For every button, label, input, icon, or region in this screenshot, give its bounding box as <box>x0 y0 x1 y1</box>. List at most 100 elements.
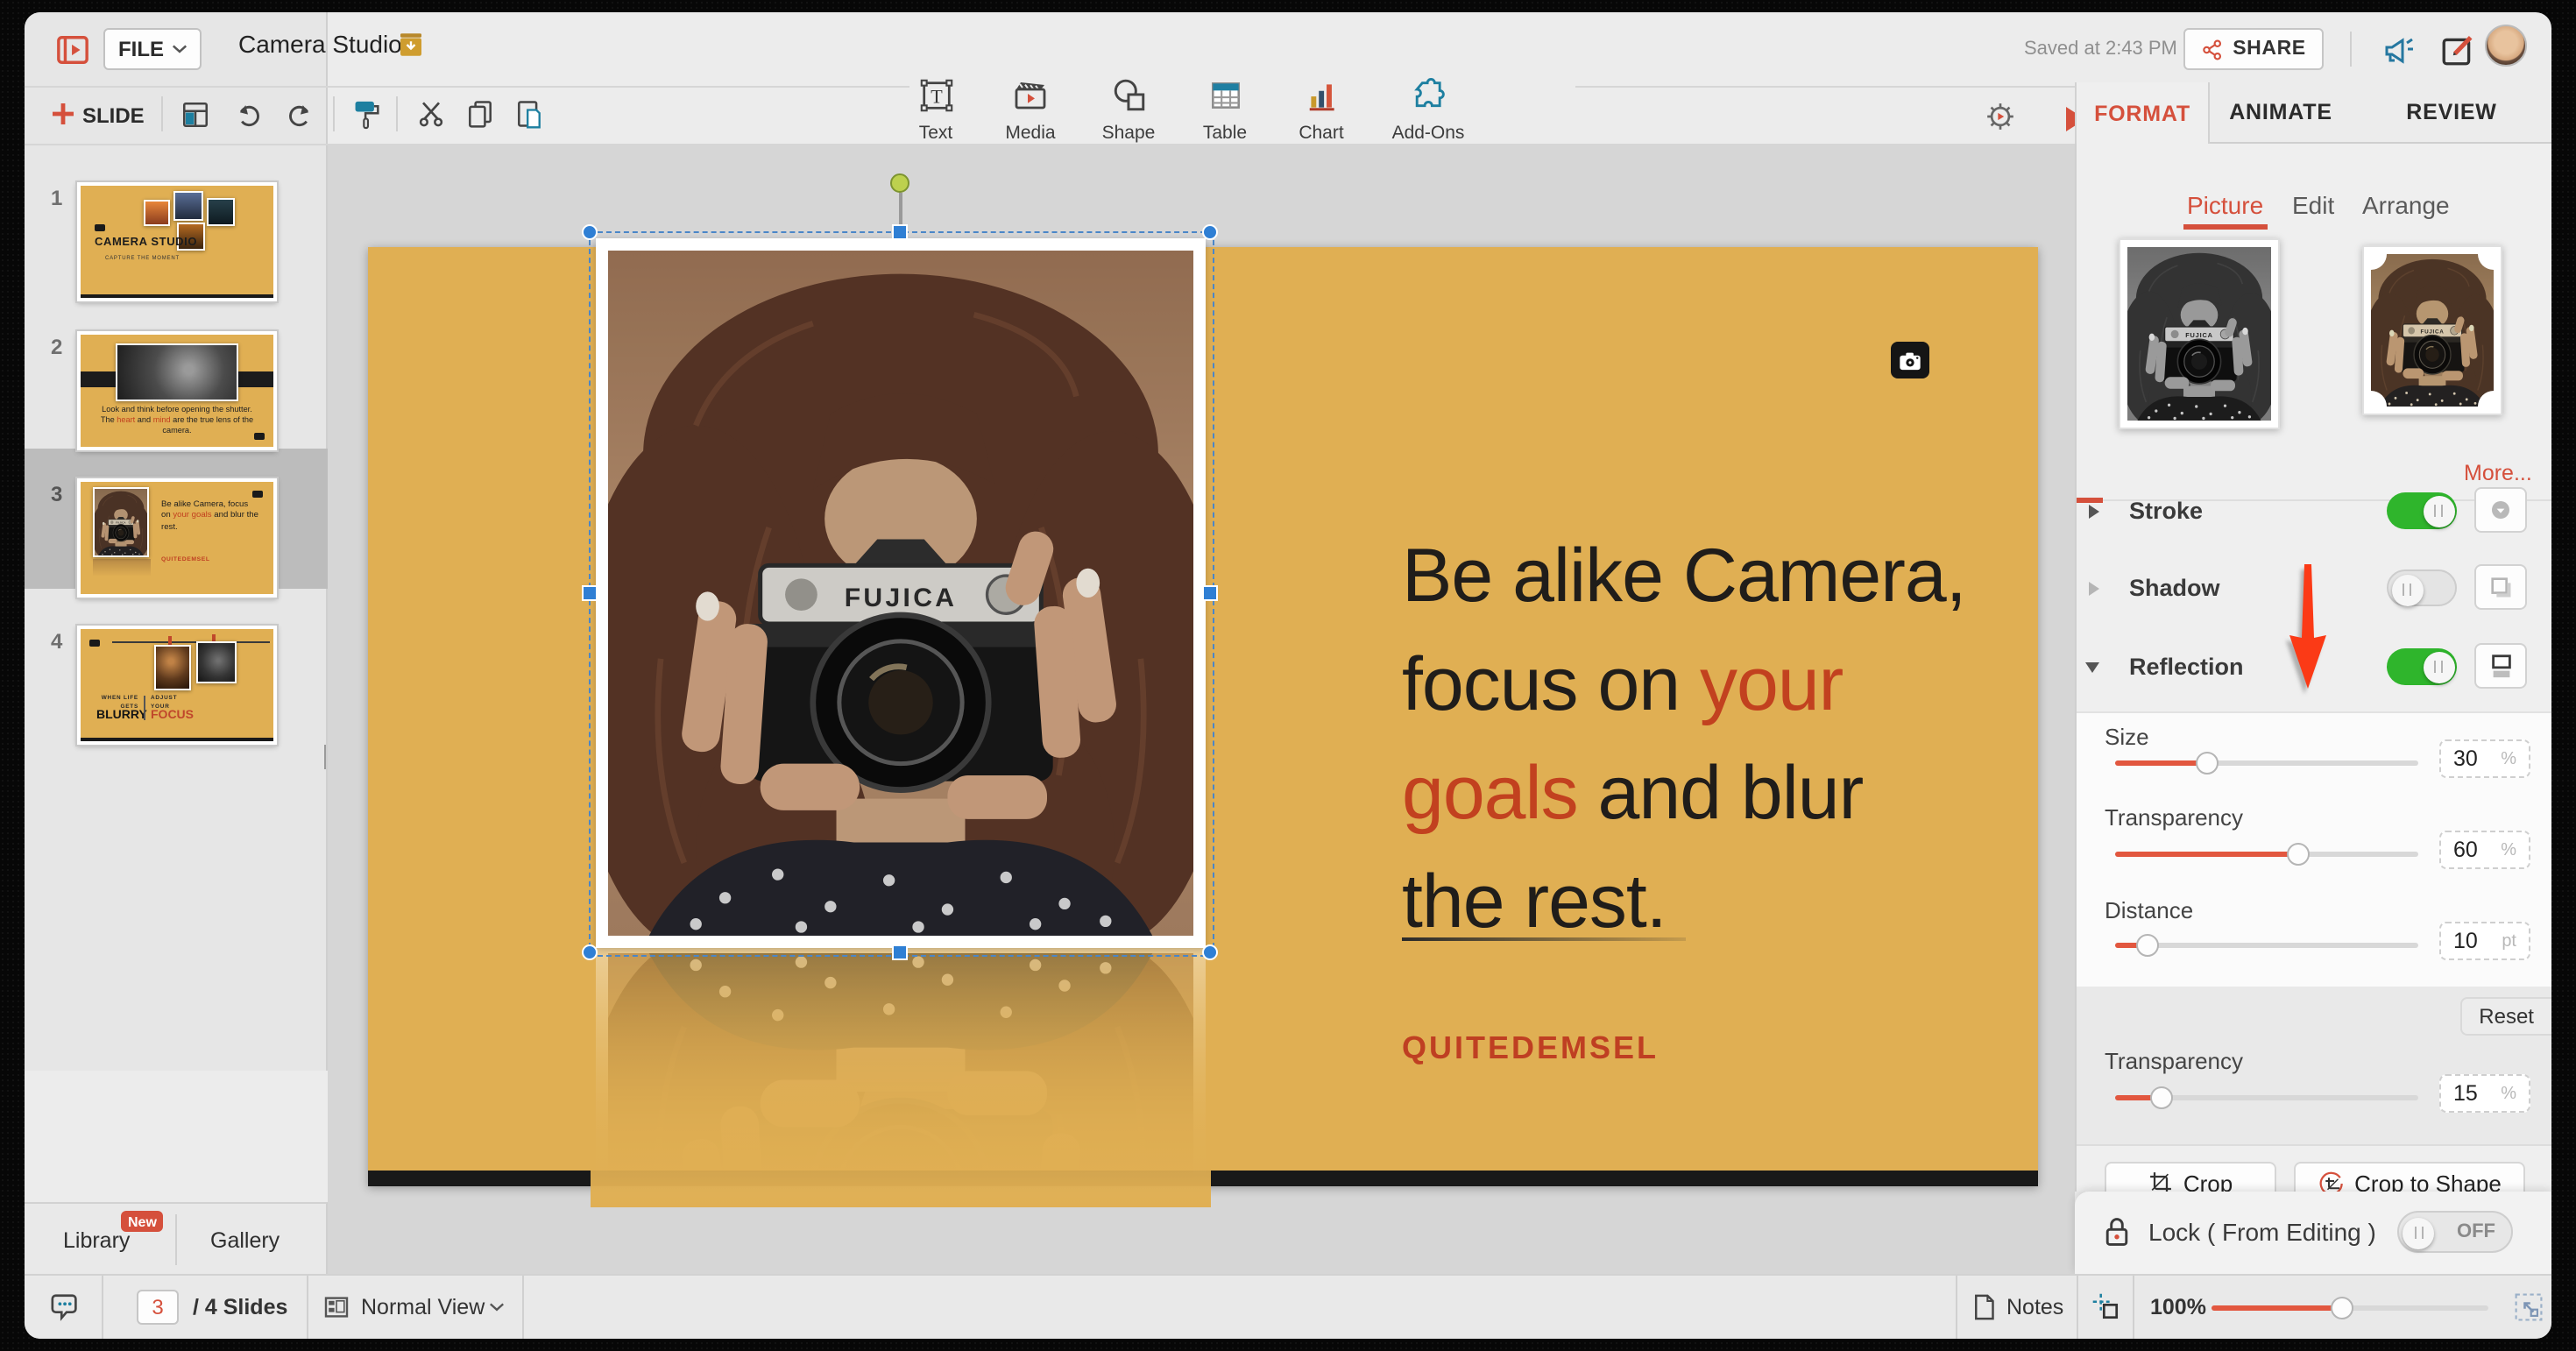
divider <box>2077 1276 2078 1339</box>
view-mode-selector[interactable]: Normal View <box>361 1295 485 1319</box>
picture-style-plain[interactable] <box>2119 238 2280 429</box>
tab-review[interactable]: REVIEW <box>2352 82 2551 144</box>
picture-transparency-slider[interactable] <box>2115 1085 2418 1109</box>
copy-icon[interactable] <box>463 96 498 131</box>
insert-chart-button[interactable]: Chart <box>1276 77 1367 144</box>
app-stage: FILE Camera Studio Saved at 2:43 PM SHAR… <box>0 0 2576 1351</box>
more-styles-link[interactable]: More... <box>2464 461 2532 485</box>
insert-text-button[interactable]: T Text <box>890 77 981 144</box>
slide-1-thumbnail[interactable]: CAMERA STUDIO CAPTURE THE MOMENT <box>77 182 277 301</box>
view-chevron-icon[interactable] <box>487 1300 505 1314</box>
slide-caption[interactable]: QUITEDEMSEL <box>1402 1030 1659 1067</box>
tab-format[interactable]: FORMAT <box>2075 82 2210 144</box>
reflection-collapse-icon[interactable] <box>2085 662 2099 673</box>
document-save-icon[interactable] <box>396 30 424 58</box>
resize-handle-nw[interactable] <box>582 224 598 240</box>
insert-addons-button[interactable]: Add-Ons <box>1377 77 1479 144</box>
slide-4-thumbnail[interactable]: WHEN LIFEGETS BLURRY ADJUSTYOUR FOCUS <box>77 626 277 745</box>
divider <box>1956 1276 1957 1339</box>
document-title[interactable]: Camera Studio <box>238 30 402 58</box>
shadow-expand-icon[interactable] <box>2089 582 2099 596</box>
zoom-slider[interactable] <box>2212 1295 2488 1319</box>
lock-toggle[interactable]: OFF <box>2397 1211 2513 1253</box>
subtab-edit[interactable]: Edit <box>2292 191 2334 219</box>
reflection-style-button[interactable] <box>2474 643 2527 689</box>
reflection-size-input[interactable]: 30 % <box>2439 739 2530 778</box>
resize-handle-s[interactable] <box>892 944 908 960</box>
thumb-photo <box>196 641 237 683</box>
picture-transparency-label: Transparency <box>2105 1048 2243 1074</box>
resize-handle-n[interactable] <box>892 224 908 240</box>
resize-handle-e[interactable] <box>1202 585 1218 601</box>
add-slide-plus-icon[interactable] <box>49 100 77 128</box>
reflection-toggle[interactable] <box>2387 648 2457 685</box>
format-painter-icon[interactable] <box>350 96 382 131</box>
fit-to-screen-icon[interactable] <box>2511 1290 2546 1325</box>
paste-icon[interactable] <box>512 96 547 131</box>
picture-style-scalloped[interactable] <box>2362 245 2502 415</box>
library-button[interactable]: Library <box>63 1228 130 1253</box>
undo-icon[interactable] <box>231 98 263 130</box>
slide-layout-icon[interactable] <box>179 98 210 130</box>
shadow-section-label[interactable]: Shadow <box>2129 575 2220 601</box>
selection-rectangle[interactable] <box>589 231 1214 957</box>
slideshow-settings-gear-icon[interactable] <box>1982 98 2017 133</box>
subtab-picture[interactable]: Picture <box>2187 191 2263 219</box>
slide-3-caption: QUITEDEMSEL <box>161 555 210 562</box>
feedback-icon[interactable] <box>2436 28 2478 70</box>
notes-button[interactable]: Notes <box>2006 1295 2063 1319</box>
shadow-toggle[interactable] <box>2387 569 2457 606</box>
resize-handle-w[interactable] <box>582 585 598 601</box>
reflection-transparency-slider[interactable] <box>2115 841 2418 866</box>
comments-icon[interactable] <box>46 1290 84 1325</box>
reflection-transparency-label: Transparency <box>2105 804 2243 831</box>
slide-quote-text[interactable]: Be alike Camera, focus on your goals and… <box>1402 522 2033 957</box>
resize-handle-se[interactable] <box>1202 944 1218 960</box>
stroke-expand-icon[interactable] <box>2089 505 2099 519</box>
cut-icon[interactable] <box>414 96 449 131</box>
subtab-arrange[interactable]: Arrange <box>2362 191 2450 219</box>
picture-transparency-unit: % <box>2501 1084 2516 1103</box>
rotation-handle[interactable] <box>890 173 909 193</box>
stroke-toggle[interactable] <box>2387 492 2457 529</box>
saved-status: Saved at 2:43 PM <box>2024 39 2177 60</box>
reflection-transparency-unit: % <box>2501 840 2516 859</box>
redo-icon[interactable] <box>284 98 315 130</box>
app-window: FILE Camera Studio Saved at 2:43 PM SHAR… <box>25 12 2551 1339</box>
insert-shape-button[interactable]: Shape <box>1083 77 1174 144</box>
tab-animate[interactable]: ANIMATE <box>2210 82 2352 144</box>
picture-transparency-input[interactable]: 15 % <box>2439 1074 2530 1113</box>
stroke-section-label[interactable]: Stroke <box>2129 498 2203 524</box>
reflection-size-slider[interactable] <box>2115 750 2418 775</box>
slide-2-thumbnail[interactable]: Look and think before opening the shutte… <box>77 331 277 450</box>
add-slide-button[interactable]: SLIDE <box>82 103 145 128</box>
file-menu-button[interactable]: FILE <box>103 28 202 70</box>
gallery-button[interactable]: Gallery <box>210 1228 280 1253</box>
stroke-color-button[interactable] <box>2474 487 2527 533</box>
app-logo-icon[interactable] <box>54 32 89 67</box>
resize-handle-sw[interactable] <box>582 944 598 960</box>
guides-icon[interactable] <box>2089 1290 2124 1325</box>
reset-button[interactable]: Reset <box>2459 997 2551 1036</box>
slide-3-thumbnail[interactable]: Be alike Camera, focus on your goals and… <box>77 478 277 598</box>
slide-camera-badge[interactable] <box>1891 342 1929 378</box>
current-slide-number-input[interactable]: 3 <box>137 1290 179 1325</box>
shadow-style-button[interactable] <box>2474 564 2527 610</box>
announcements-icon[interactable] <box>2380 28 2418 70</box>
reflection-distance-slider[interactable] <box>2115 932 2418 957</box>
reflection-section-label[interactable]: Reflection <box>2129 654 2244 680</box>
table-icon <box>1207 77 1243 114</box>
insert-media-button[interactable]: Media <box>985 77 1076 144</box>
share-button[interactable]: SHARE <box>2183 28 2324 70</box>
insert-table-button[interactable]: Table <box>1179 77 1270 144</box>
editor-canvas[interactable]: Be alike Camera, focus on your goals and… <box>328 144 2075 1274</box>
divider <box>175 1214 177 1265</box>
resize-handle-ne[interactable] <box>1202 224 1218 240</box>
reflection-distance-input[interactable]: 10 pt <box>2439 922 2530 960</box>
reflection-transparency-input[interactable]: 60 % <box>2439 831 2530 869</box>
insert-addons-label: Add-Ons <box>1392 123 1465 144</box>
slide-1-title: CAMERA STUDIO <box>95 237 197 249</box>
user-avatar[interactable] <box>2485 25 2527 67</box>
slide-2-number: 2 <box>51 335 62 359</box>
reflection-transparency-value: 60 <box>2453 838 2478 862</box>
